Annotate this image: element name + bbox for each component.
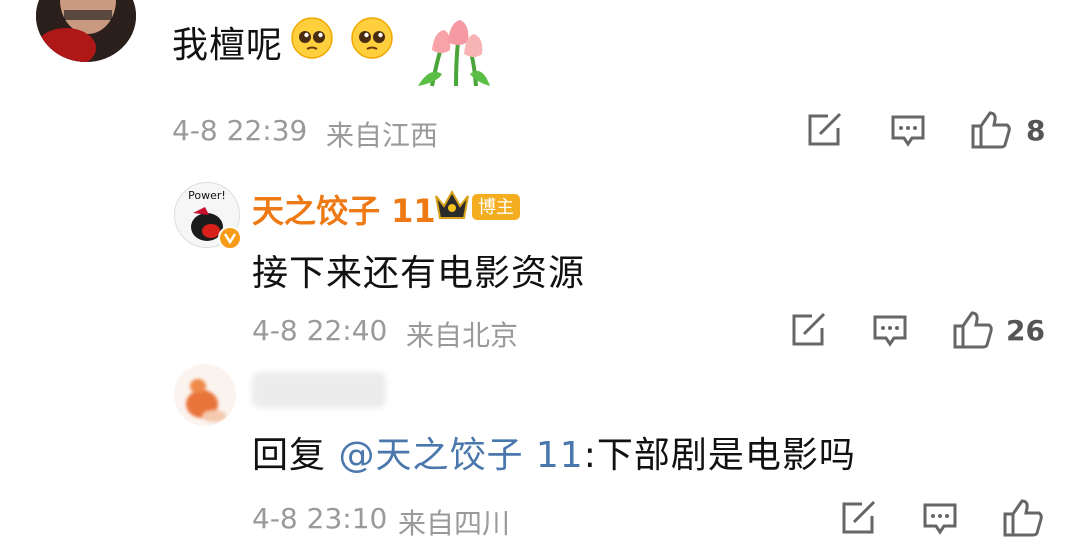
comment-time: 4-8 22:39 bbox=[172, 114, 308, 147]
comment-text: 接下来还有电影资源 bbox=[252, 253, 586, 294]
user-avatar[interactable] bbox=[36, 0, 136, 62]
tulip-sticker-icon bbox=[412, 16, 496, 88]
comment-time: 4-8 23:10 bbox=[252, 502, 388, 535]
comment-icon[interactable] bbox=[890, 114, 926, 148]
crown-icon bbox=[432, 186, 472, 222]
forward-icon[interactable] bbox=[790, 312, 828, 348]
like-icon[interactable] bbox=[970, 110, 1012, 150]
pleading-face-emoji-icon bbox=[350, 16, 394, 60]
verified-badge-icon bbox=[218, 226, 242, 250]
like-count: 8 bbox=[1026, 114, 1046, 147]
like-icon[interactable] bbox=[952, 310, 994, 350]
username-blurred bbox=[252, 372, 386, 408]
reply-body: :下部剧是电影吗 bbox=[583, 435, 856, 476]
reply-prefix: 回复 bbox=[252, 435, 339, 476]
comment-location: 来自四川 bbox=[398, 507, 511, 540]
reply-text: 回复 @天之饺子 11:下部剧是电影吗 bbox=[252, 426, 856, 478]
forward-icon[interactable] bbox=[806, 112, 844, 148]
avatar-label: Power! bbox=[188, 189, 226, 202]
user-avatar[interactable] bbox=[174, 364, 236, 426]
like-icon[interactable] bbox=[1002, 498, 1044, 538]
blogger-username[interactable]: 天之饺子 11 bbox=[252, 186, 436, 232]
comment-time: 4-8 22:40 bbox=[252, 314, 388, 347]
comment-icon[interactable] bbox=[872, 314, 908, 348]
comment-location: 来自北京 bbox=[406, 319, 519, 352]
forward-icon[interactable] bbox=[840, 500, 878, 536]
mention-link[interactable]: @天之饺子 11 bbox=[338, 435, 583, 476]
comment-text: 我檀呢 bbox=[172, 25, 284, 66]
comment-icon[interactable] bbox=[922, 502, 958, 536]
author-badge: 博主 bbox=[472, 194, 520, 220]
pleading-face-emoji-icon bbox=[290, 16, 334, 60]
like-count: 26 bbox=[1006, 314, 1045, 347]
comment-location: 来自江西 bbox=[326, 119, 439, 152]
